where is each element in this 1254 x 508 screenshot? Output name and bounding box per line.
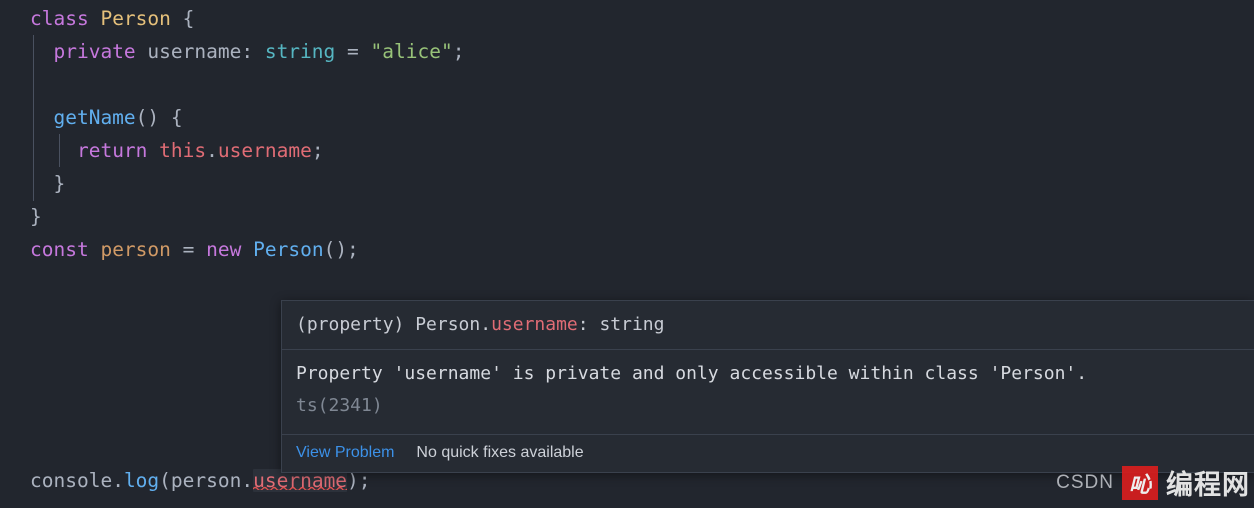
tooltip-message-section: Property 'username' is private and only … <box>282 350 1170 434</box>
code-line-4[interactable]: getName() { <box>30 101 183 134</box>
code-line-8[interactable]: const person = new Person(); <box>30 233 359 266</box>
watermark-site-name: 编程网 <box>1166 470 1250 500</box>
token-dot: . <box>241 469 254 492</box>
token-property-username: username <box>147 40 242 63</box>
code-line-7[interactable]: } <box>30 200 42 233</box>
token-close-brace-class: } <box>30 205 42 228</box>
token-open-paren: ( <box>159 469 171 492</box>
tooltip-signature-section: (property) Person.username: string <box>282 301 1254 349</box>
token-close-brace-method: } <box>30 172 66 195</box>
signature-suffix: : string <box>577 314 665 335</box>
view-problem-link[interactable]: View Problem <box>296 444 394 462</box>
vscode-editor-screenshot: class Person { private username: string … <box>0 0 1254 508</box>
code-line-5[interactable]: return this.username; <box>30 134 324 167</box>
token-parens-brace: () { <box>135 106 183 129</box>
token-type-string: string <box>264 40 336 63</box>
token-keyword-private: private <box>53 40 136 63</box>
token-open-brace: { <box>170 7 195 30</box>
code-line-6[interactable]: } <box>30 167 65 200</box>
watermark: CSDN 吣 编程网 <box>1056 463 1250 502</box>
token-string-alice: "alice" <box>370 40 453 63</box>
token-semicolon: ; <box>311 139 324 162</box>
token-assign: = <box>335 40 371 63</box>
token-keyword-const: const <box>30 238 89 261</box>
no-quick-fixes-label: No quick fixes available <box>416 444 584 461</box>
code-line-1[interactable]: class Person { <box>30 2 194 35</box>
token-assign: = <box>170 238 207 261</box>
token-keyword-new: new <box>206 238 242 261</box>
token-dot: . <box>206 139 218 162</box>
watermark-logo-icon: 吣 <box>1122 465 1158 500</box>
tooltip-signature: (property) Person.username: string <box>296 313 1240 337</box>
code-line-2[interactable]: private username: string = "alice"; <box>30 35 464 68</box>
signature-member-username: username <box>491 314 578 335</box>
token-call-parens: (); <box>323 238 359 261</box>
tooltip-message-text: Property 'username' is private and only … <box>296 363 1088 384</box>
token-identifier-person: person <box>170 469 242 492</box>
signature-prefix: (property) Person. <box>296 314 492 335</box>
tooltip-error-code: ts(2341) <box>296 395 383 416</box>
token-identifier-person: person <box>100 238 171 261</box>
token-class-name-person: Person <box>253 238 324 261</box>
error-squiggle-underline <box>253 486 348 490</box>
token-class-name-person: Person <box>100 7 171 30</box>
token-identifier-console: console <box>30 469 113 492</box>
token-method-log: log <box>123 469 160 492</box>
token-colon: : <box>241 40 265 63</box>
token-keyword-this: this <box>159 139 207 162</box>
token-keyword-return: return <box>76 139 148 162</box>
token-property-username: username <box>217 139 312 162</box>
watermark-brand-csdn: CSDN <box>1056 471 1114 493</box>
token-dot: . <box>112 469 124 492</box>
hover-tooltip[interactable]: (property) Person.username: string Prope… <box>281 300 1254 473</box>
token-semicolon: ; <box>452 40 465 63</box>
token-method-getname: getName <box>53 106 136 129</box>
token-keyword-class: class <box>30 7 89 30</box>
